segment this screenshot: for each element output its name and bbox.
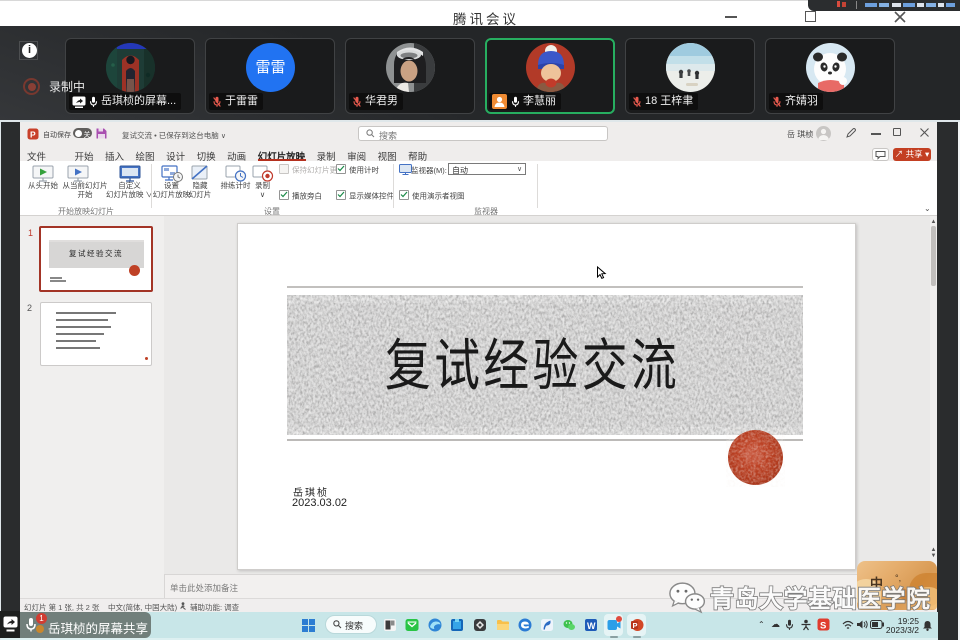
svg-text:青岛大学基础医学院: 青岛大学基础医学院 <box>710 585 931 613</box>
svg-text:P: P <box>30 130 36 140</box>
svg-text:W: W <box>587 621 596 631</box>
svg-text:P: P <box>633 621 638 630</box>
svg-text:S: S <box>820 621 826 632</box>
